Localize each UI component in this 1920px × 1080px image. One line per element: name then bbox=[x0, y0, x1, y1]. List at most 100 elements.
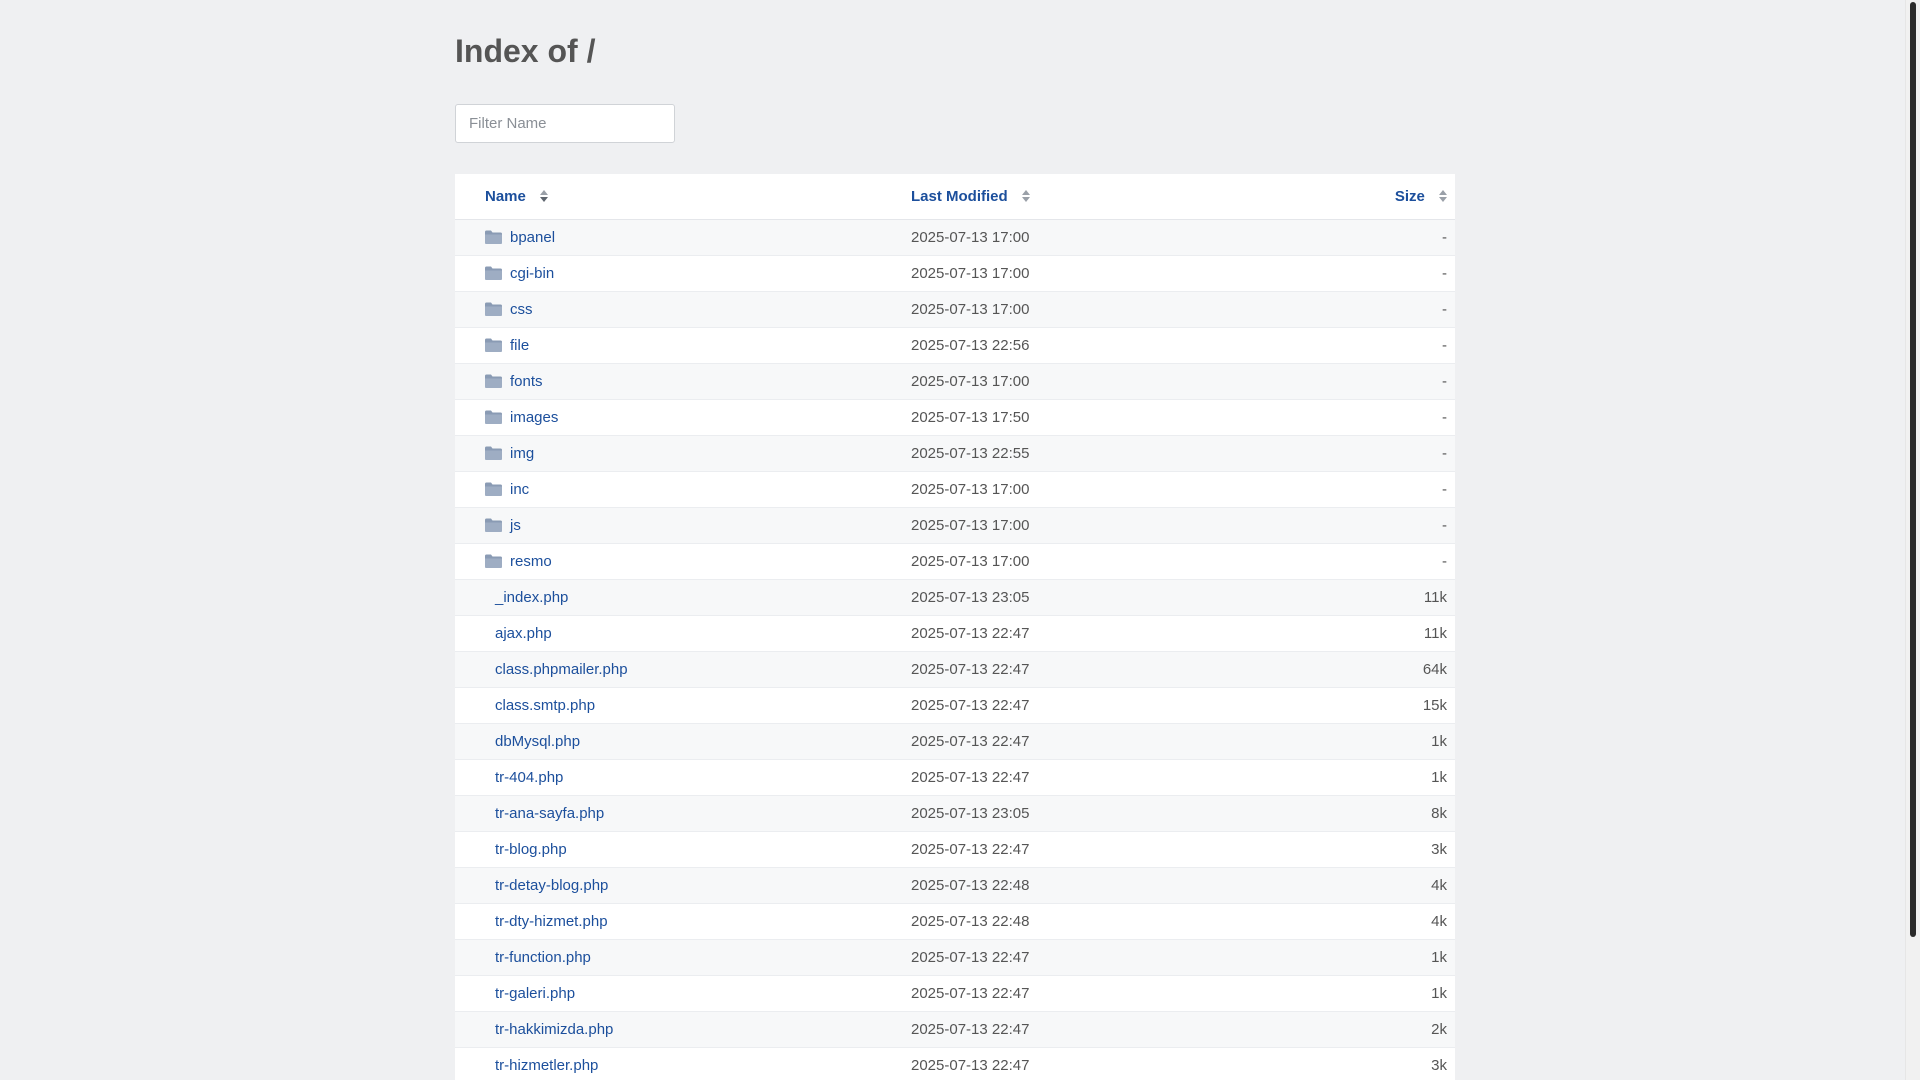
table-row: class.phpmailer.php 2025-07-13 22:47 64k bbox=[455, 651, 1455, 688]
modified-cell: 2025-07-13 17:00 bbox=[905, 471, 1355, 508]
size-cell: 4k bbox=[1355, 903, 1455, 940]
entry-link[interactable]: css bbox=[510, 301, 533, 318]
table-row: inc 2025-07-13 17:00- bbox=[455, 471, 1455, 508]
size-cell: - bbox=[1355, 363, 1455, 400]
folder-icon bbox=[485, 446, 502, 461]
modified-cell: 2025-07-13 22:47 bbox=[905, 651, 1355, 688]
entry-link[interactable]: tr-hizmetler.php bbox=[495, 1057, 598, 1074]
page-title: Index of / bbox=[455, 33, 596, 69]
entry-link[interactable]: tr-ana-sayfa.php bbox=[495, 805, 604, 822]
entry-link[interactable]: js bbox=[510, 517, 521, 534]
entry-link[interactable]: images bbox=[510, 409, 558, 426]
table-row: _index.php 2025-07-13 23:05 11k bbox=[455, 579, 1455, 616]
size-cell: 11k bbox=[1355, 615, 1455, 652]
modified-cell: 2025-07-13 22:47 bbox=[905, 687, 1355, 724]
size-cell: 15k bbox=[1355, 687, 1455, 724]
name-cell: _index.php bbox=[455, 579, 905, 616]
table-row: img 2025-07-13 22:55- bbox=[455, 435, 1455, 472]
entry-link[interactable]: img bbox=[510, 445, 534, 462]
sort-arrows-icon[interactable] bbox=[1439, 190, 1447, 203]
modified-cell: 2025-07-13 22:47 bbox=[905, 1047, 1355, 1080]
size-cell: 64k bbox=[1355, 651, 1455, 688]
entry-link[interactable]: inc bbox=[510, 481, 529, 498]
table-row: tr-detay-blog.php 2025-07-13 22:48 4k bbox=[455, 867, 1455, 904]
size-cell: 8k bbox=[1355, 795, 1455, 832]
name-cell: ajax.php bbox=[455, 615, 905, 652]
name-cell: tr-404.php bbox=[455, 759, 905, 796]
folder-icon bbox=[485, 302, 502, 317]
name-cell: tr-hakkimizda.php bbox=[455, 1011, 905, 1048]
size-cell: 11k bbox=[1355, 579, 1455, 616]
modified-cell: 2025-07-13 17:00 bbox=[905, 363, 1355, 400]
modified-cell: 2025-07-13 22:47 bbox=[905, 1011, 1355, 1048]
table-row: css 2025-07-13 17:00- bbox=[455, 291, 1455, 328]
modified-cell: 2025-07-13 17:00 bbox=[905, 291, 1355, 328]
name-cell: tr-galeri.php bbox=[455, 975, 905, 1012]
name-cell: tr-dty-hizmet.php bbox=[455, 903, 905, 940]
modified-cell: 2025-07-13 22:47 bbox=[905, 939, 1355, 976]
table-row: tr-function.php 2025-07-13 22:47 1k bbox=[455, 939, 1455, 976]
entry-link[interactable]: tr-hakkimizda.php bbox=[495, 1021, 613, 1038]
modified-cell: 2025-07-13 17:00 bbox=[905, 219, 1355, 256]
vertical-scrollbar[interactable] bbox=[1905, 0, 1920, 1080]
modified-header-label: Last Modified bbox=[911, 188, 1008, 205]
entry-link[interactable]: dbMysql.php bbox=[495, 733, 580, 750]
name-cell: img bbox=[455, 435, 905, 472]
entry-link[interactable]: tr-function.php bbox=[495, 949, 591, 966]
size-cell: 4k bbox=[1355, 867, 1455, 904]
modified-cell: 2025-07-13 17:00 bbox=[905, 255, 1355, 292]
name-cell: fonts bbox=[455, 363, 905, 400]
table-row: tr-hizmetler.php 2025-07-13 22:47 3k bbox=[455, 1047, 1455, 1080]
name-cell: resmo bbox=[455, 543, 905, 580]
modified-cell: 2025-07-13 22:47 bbox=[905, 759, 1355, 796]
name-cell: class.smtp.php bbox=[455, 687, 905, 724]
entry-link[interactable]: resmo bbox=[510, 553, 552, 570]
name-cell: inc bbox=[455, 471, 905, 508]
entry-link[interactable]: class.smtp.php bbox=[495, 697, 595, 714]
entry-link[interactable]: file bbox=[510, 337, 529, 354]
sort-by-name-link[interactable]: Name bbox=[485, 188, 526, 205]
entry-link[interactable]: _index.php bbox=[495, 589, 568, 606]
sort-arrows-icon[interactable] bbox=[540, 190, 549, 203]
size-header-label: Size bbox=[1394, 188, 1425, 205]
folder-icon bbox=[485, 554, 502, 569]
size-cell: - bbox=[1355, 291, 1455, 328]
entry-link[interactable]: fonts bbox=[510, 373, 543, 390]
table-row: bpanel 2025-07-13 17:00- bbox=[455, 219, 1455, 256]
table-row: tr-404.php 2025-07-13 22:47 1k bbox=[455, 759, 1455, 796]
entry-link[interactable]: cgi-bin bbox=[510, 265, 554, 282]
entry-link[interactable]: tr-detay-blog.php bbox=[495, 877, 608, 894]
name-cell: tr-blog.php bbox=[455, 831, 905, 868]
size-cell: 3k bbox=[1355, 1047, 1455, 1080]
table-row: dbMysql.php 2025-07-13 22:47 1k bbox=[455, 723, 1455, 760]
scrollbar-thumb[interactable] bbox=[1910, 2, 1916, 937]
table-row: js 2025-07-13 17:00- bbox=[455, 507, 1455, 544]
entry-link[interactable]: class.phpmailer.php bbox=[495, 661, 628, 678]
name-cell: tr-function.php bbox=[455, 939, 905, 976]
size-column-header: Size bbox=[1355, 174, 1455, 220]
size-cell: - bbox=[1355, 543, 1455, 580]
modified-cell: 2025-07-13 22:48 bbox=[905, 903, 1355, 940]
entry-link[interactable]: bpanel bbox=[510, 229, 555, 246]
size-cell: 3k bbox=[1355, 831, 1455, 868]
entry-link[interactable]: tr-galeri.php bbox=[495, 985, 575, 1002]
size-cell: 1k bbox=[1355, 939, 1455, 976]
entry-link[interactable]: ajax.php bbox=[495, 625, 552, 642]
size-cell: - bbox=[1355, 435, 1455, 472]
sort-by-size-link[interactable]: Size bbox=[1395, 188, 1425, 205]
table-row: tr-blog.php 2025-07-13 22:47 3k bbox=[455, 831, 1455, 868]
entry-link[interactable]: tr-blog.php bbox=[495, 841, 567, 858]
sort-arrows-icon[interactable] bbox=[1021, 190, 1030, 203]
modified-cell: 2025-07-13 17:00 bbox=[905, 507, 1355, 544]
size-cell: - bbox=[1355, 219, 1455, 256]
entry-link[interactable]: tr-dty-hizmet.php bbox=[495, 913, 608, 930]
table-body: bpanel 2025-07-13 17:00- cgi-bin 2025-07-13… bbox=[455, 219, 1455, 1080]
modified-cell: 2025-07-13 22:47 bbox=[905, 723, 1355, 760]
name-cell: js bbox=[455, 507, 905, 544]
entry-link[interactable]: tr-404.php bbox=[495, 769, 563, 786]
sort-by-modified-link[interactable]: Last Modified bbox=[911, 188, 1008, 205]
filter-name-input[interactable] bbox=[455, 104, 675, 143]
folder-icon bbox=[485, 482, 502, 497]
name-cell: cgi-bin bbox=[455, 255, 905, 292]
folder-icon bbox=[485, 230, 502, 245]
